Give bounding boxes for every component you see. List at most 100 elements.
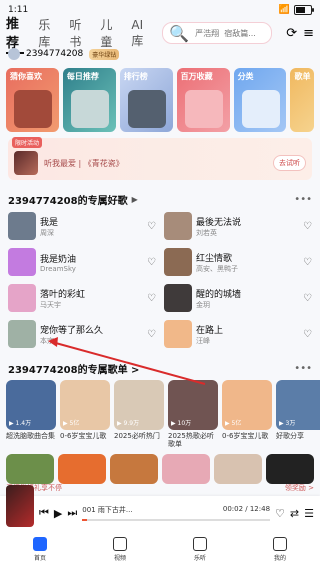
playlist-cover: ▶ 10万 bbox=[168, 380, 218, 430]
card-guess-like[interactable]: 猜你喜欢 bbox=[6, 68, 59, 132]
heart-icon[interactable]: ♡ bbox=[303, 221, 312, 232]
card-million[interactable]: 百万收藏 bbox=[176, 68, 230, 132]
progress-bar[interactable] bbox=[82, 519, 271, 521]
playlist-cover: ▶ 1.4万 bbox=[6, 380, 56, 430]
heart-icon[interactable]: ♡ bbox=[147, 257, 156, 268]
vip-badge[interactable]: 豪华绿钻 bbox=[89, 48, 120, 60]
promo-tag: 限时活动 bbox=[12, 137, 43, 148]
notice-bar[interactable]: 无门槛好礼享不停 领奖励 > bbox=[6, 483, 314, 495]
card-daily[interactable]: 每日推荐 bbox=[62, 68, 116, 132]
card-art bbox=[70, 90, 109, 128]
tab-audiobook[interactable]: 听书 bbox=[69, 16, 86, 50]
playlist-row: ▶ 1.4万 超洗脑歌曲合集 ▶ 5亿 0-6岁宝宝儿歌 ▶ 9.9万 2025必听热… bbox=[0, 380, 320, 450]
playlist-cover: ▶ 5亿 bbox=[60, 380, 110, 430]
playlist-item[interactable]: ▶ 5亿 0-6岁宝宝儿歌 bbox=[222, 380, 272, 450]
song-item[interactable]: 醒的的城墙 金玥 ♡ bbox=[164, 283, 312, 313]
play-icon[interactable]: ▶ bbox=[132, 195, 138, 204]
shuffle-icon[interactable]: ⇄ bbox=[290, 507, 299, 520]
promo-banner[interactable]: 限时活动 听我最爱 | 《青花瓷》 去试听 bbox=[8, 137, 312, 180]
card-playlist[interactable]: 歌单 bbox=[290, 68, 314, 132]
playlist-cover[interactable] bbox=[6, 454, 54, 484]
song-item[interactable]: 最後无法说 刘若英 ♡ bbox=[164, 211, 312, 241]
heart-icon[interactable]: ♡ bbox=[303, 257, 312, 268]
heart-icon[interactable]: ♡ bbox=[303, 329, 312, 340]
status-icons: 📶 bbox=[278, 5, 314, 15]
song-cover bbox=[8, 212, 36, 240]
feature-cards: 猜你喜欢 每日推荐 排行榜 百万收藏 分类 歌单 bbox=[0, 68, 320, 132]
prev-icon[interactable]: ⏮ bbox=[39, 506, 49, 520]
avatar[interactable] bbox=[8, 48, 20, 60]
playlist-cover[interactable] bbox=[110, 454, 158, 484]
nav-video[interactable]: 视频 bbox=[113, 536, 127, 562]
song-item[interactable]: 落叶的彩虹 马天宇 ♡ bbox=[8, 283, 156, 313]
playlist-item[interactable]: ▶ 10万 2025热歌必听歌单 bbox=[168, 380, 218, 450]
card-art bbox=[184, 90, 223, 128]
user-icon bbox=[273, 536, 287, 551]
playlist-item[interactable]: ▶ 9.9万 2025必听热门 bbox=[114, 380, 164, 450]
nav-listen[interactable]: 乐听 bbox=[193, 536, 207, 562]
play-icon[interactable]: ▶ bbox=[54, 507, 62, 520]
mini-player[interactable]: ⏮ ▶ ⏭ 001 雨下古井... 00:02 / 12:48 ♡ ⇄ ☰ bbox=[0, 485, 320, 530]
heart-icon[interactable]: ♡ bbox=[147, 293, 156, 304]
tab-ai[interactable]: AI库 bbox=[131, 18, 148, 49]
card-category[interactable]: 分类 bbox=[233, 68, 287, 132]
promo-text: 听我最爱 | 《青花瓷》 bbox=[44, 158, 124, 168]
playlist-item[interactable]: ▶ 1.4万 超洗脑歌曲合集 bbox=[6, 380, 56, 450]
player-cover[interactable] bbox=[6, 485, 34, 527]
nav-icons: ⟳ ≡ bbox=[286, 26, 314, 41]
search-input[interactable] bbox=[193, 27, 268, 39]
playlist-cover: ▶ 9.9万 bbox=[114, 380, 164, 430]
username: 2394774208 bbox=[26, 49, 84, 59]
song-item[interactable]: 我是奶油 DreamSky ♡ bbox=[8, 247, 156, 277]
player-title: 001 雨下古井... bbox=[82, 506, 133, 514]
song-item[interactable]: 我是 周深 ♡ bbox=[8, 211, 156, 241]
song-cover bbox=[164, 212, 192, 240]
playlist-icon[interactable]: ☰ bbox=[304, 507, 314, 520]
bottom-nav: 首页 视频 乐听 我的 bbox=[0, 530, 320, 568]
user-row: 2394774208 豪华绿钻 bbox=[0, 46, 320, 62]
battery-icon bbox=[294, 5, 314, 15]
heart-icon[interactable]: ♡ bbox=[147, 329, 156, 340]
heart-icon[interactable]: ♡ bbox=[275, 507, 285, 520]
song-item[interactable]: 在路上 汪峰 ♡ bbox=[164, 319, 312, 349]
progress-fill bbox=[82, 519, 88, 521]
player-time: 00:02 / 12:48 bbox=[222, 505, 271, 513]
section-songs-title[interactable]: 2394774208的专属好歌 ▶ ••• bbox=[0, 192, 320, 207]
next-icon[interactable]: ⏭ bbox=[67, 506, 77, 520]
card-chart[interactable]: 排行榜 bbox=[119, 68, 173, 132]
song-cover bbox=[8, 248, 36, 276]
menu-icon[interactable]: ≡ bbox=[303, 26, 314, 41]
more-icon[interactable]: ••• bbox=[294, 194, 312, 205]
playlist-cover[interactable] bbox=[266, 454, 314, 484]
song-item[interactable]: 红尘情歌 高安、黑鸭子 ♡ bbox=[164, 247, 312, 277]
tab-library[interactable]: 乐库 bbox=[38, 16, 55, 50]
song-cover bbox=[164, 320, 192, 348]
top-nav: 推荐 乐库 听书 儿童 AI库 🔍 ⟳ ≡ bbox=[0, 17, 320, 54]
card-art bbox=[241, 90, 280, 128]
playlist-row-2 bbox=[0, 454, 320, 484]
playlist-cover[interactable] bbox=[214, 454, 262, 484]
promo-thumb bbox=[14, 151, 38, 175]
playlist-cover: ▶ 3万 bbox=[276, 380, 320, 430]
playlist-cover[interactable] bbox=[162, 454, 210, 484]
wifi-icon: 📶 bbox=[278, 5, 290, 15]
nav-me[interactable]: 我的 bbox=[273, 536, 287, 562]
heart-icon[interactable]: ♡ bbox=[303, 293, 312, 304]
tab-kids[interactable]: 儿童 bbox=[100, 16, 117, 50]
playlist-item[interactable]: ▶ 5亿 0-6岁宝宝儿歌 bbox=[60, 380, 110, 450]
song-grid: 我是 周深 ♡ 最後无法说 刘若英 ♡ 我是奶油 DreamSky ♡ 红尘情歌 高安、黑鸭子… bbox=[0, 211, 320, 349]
nav-home[interactable]: 首页 bbox=[33, 536, 47, 562]
search-box[interactable]: 🔍 bbox=[162, 22, 273, 44]
listen-icon bbox=[193, 536, 207, 551]
player-info: 001 雨下古井... 00:02 / 12:48 bbox=[82, 505, 271, 521]
playlist-item[interactable]: ▶ 3万 好歌分享 bbox=[276, 380, 320, 450]
search-icon: 🔍 bbox=[169, 23, 190, 43]
heart-icon[interactable]: ♡ bbox=[147, 221, 156, 232]
section-playlists-title[interactable]: 2394774208的专属歌单 > ••• bbox=[0, 361, 320, 376]
more-icon[interactable]: ••• bbox=[294, 363, 312, 374]
playlist-cover[interactable] bbox=[58, 454, 106, 484]
refresh-icon[interactable]: ⟳ bbox=[286, 26, 297, 41]
card-art bbox=[127, 90, 166, 128]
song-item[interactable]: 宠你等了那么久 本宗 ♡ bbox=[8, 319, 156, 349]
promo-button[interactable]: 去试听 bbox=[273, 155, 306, 171]
